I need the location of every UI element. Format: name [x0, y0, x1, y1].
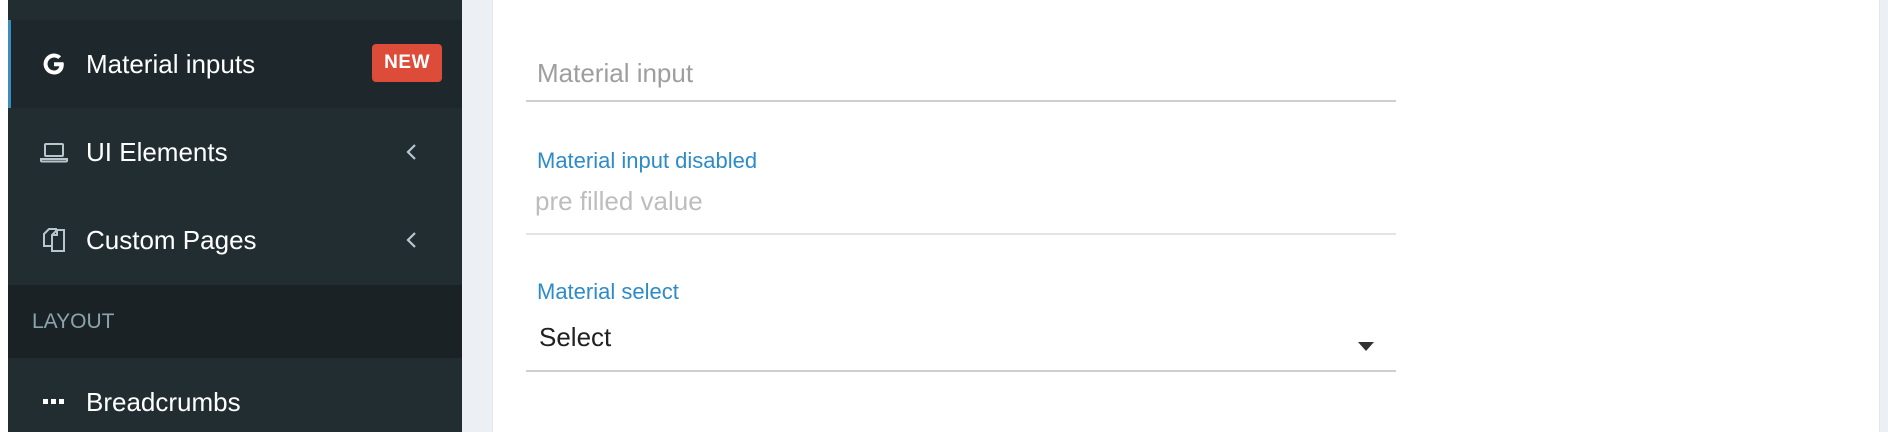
material-input-field[interactable]: Material input	[526, 50, 1400, 102]
sidebar: Material inputs NEW UI Elements Custom P…	[8, 0, 462, 432]
app-window: Material inputs NEW UI Elements Custom P…	[0, 0, 1888, 432]
ellipsis-icon	[32, 380, 76, 424]
copy-files-icon	[32, 218, 76, 262]
material-select-field[interactable]: Material select Select	[526, 279, 1396, 374]
material-input-disabled-label: Material input disabled	[537, 148, 758, 173]
sidebar-top-strip	[8, 0, 462, 20]
material-input[interactable]	[526, 50, 1400, 100]
sidebar-item-custom-pages[interactable]: Custom Pages	[8, 196, 462, 284]
material-select-underline	[526, 370, 1396, 372]
sidebar-item-material-inputs[interactable]: Material inputs NEW	[8, 20, 462, 108]
laptop-icon	[32, 130, 76, 174]
section-header-label: LAYOUT	[32, 309, 115, 333]
sidebar-item-ui-elements[interactable]: UI Elements	[8, 108, 462, 196]
material-input-disabled-field: Material input disabled pre filled value	[526, 146, 1396, 236]
new-badge: NEW	[372, 44, 442, 82]
material-select-value[interactable]: Select	[539, 322, 611, 353]
material-input-disabled-value: pre filled value	[535, 186, 703, 216]
caret-down-icon[interactable]	[1358, 342, 1374, 351]
material-input-disabled-underline	[526, 233, 1396, 235]
sidebar-item-label: UI Elements	[86, 136, 228, 167]
sidebar-item-label: Breadcrumbs	[86, 386, 241, 417]
chevron-left-icon	[398, 138, 426, 166]
sidebar-item-breadcrumbs[interactable]: Breadcrumbs	[8, 358, 462, 432]
section-header-layout: LAYOUT	[8, 285, 462, 358]
material-select-label: Material select	[537, 279, 679, 304]
material-input-underline	[526, 100, 1396, 102]
sidebar-item-label: Material inputs	[86, 48, 256, 79]
sidebar-item-label: Custom Pages	[86, 224, 257, 255]
google-g-icon	[32, 42, 76, 86]
chevron-left-icon	[398, 226, 426, 254]
